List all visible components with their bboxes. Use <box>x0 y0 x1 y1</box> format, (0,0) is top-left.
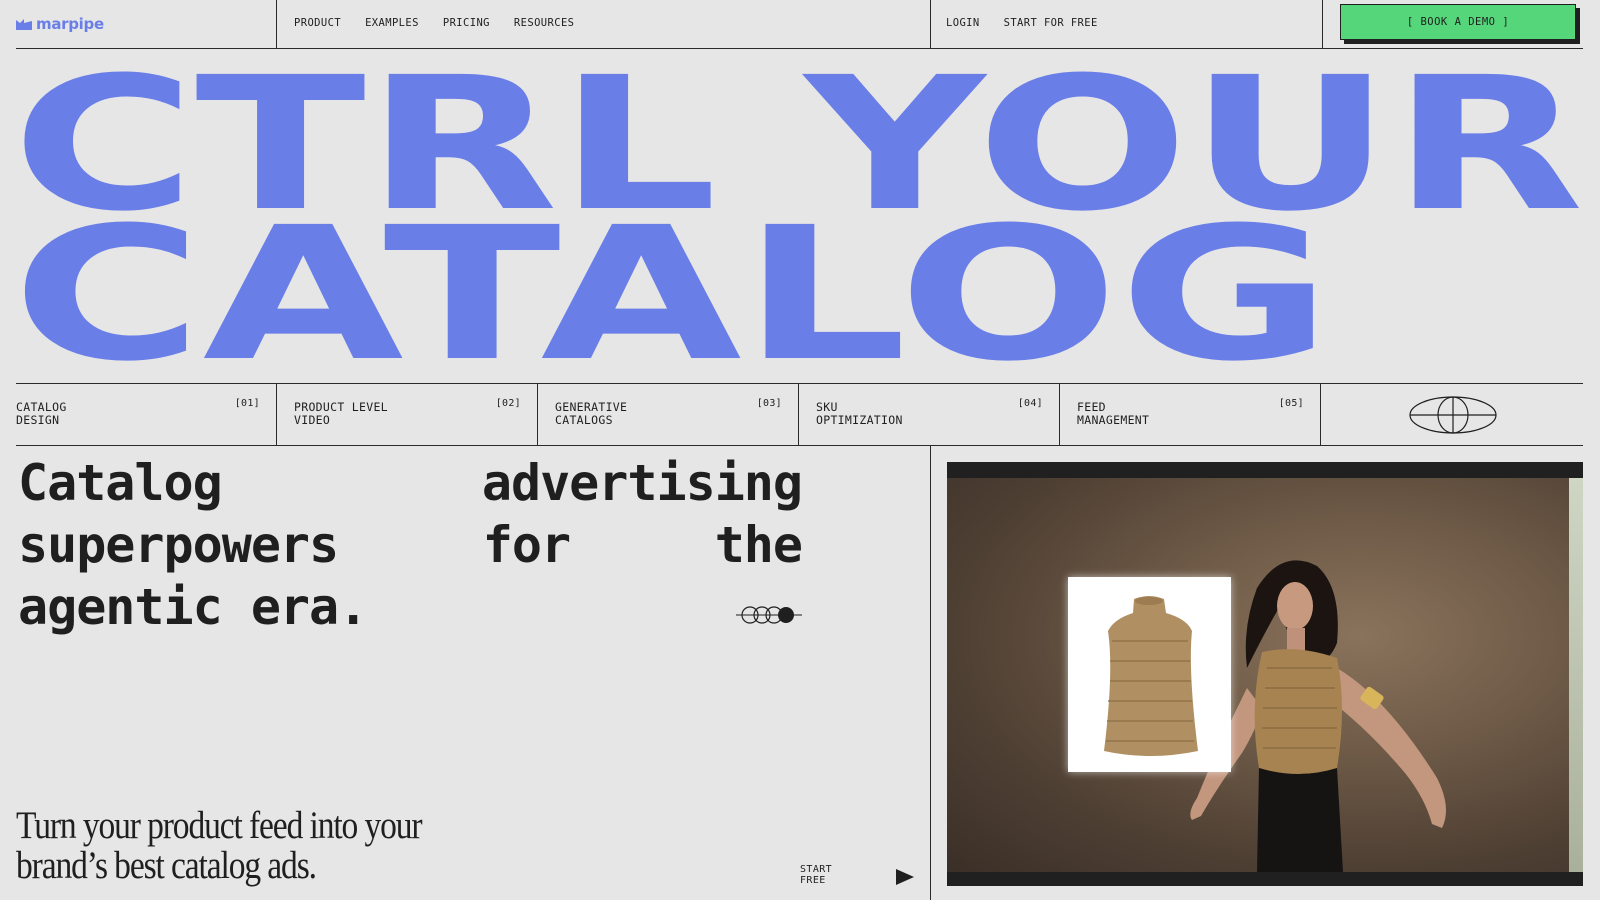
start-free-line: FREE <box>800 875 826 886</box>
feature-tab-generative-catalogs[interactable]: GENERATIVE CATALOGS [03] <box>538 384 799 445</box>
feature-label: FEED MANAGEMENT <box>1077 401 1277 427</box>
feature-label-line: MANAGEMENT <box>1077 413 1150 427</box>
logo-text: marpipe <box>36 15 104 33</box>
feature-number: [05] <box>1278 398 1304 409</box>
nav-link-product[interactable]: PRODUCT <box>294 17 341 29</box>
video-frame <box>947 478 1583 872</box>
nav-divider <box>930 0 931 48</box>
play-icon[interactable] <box>896 869 914 885</box>
nav-divider <box>276 0 277 48</box>
model-image <box>1190 560 1446 872</box>
feature-label: SKU OPTIMIZATION <box>816 401 1016 427</box>
feature-strip: CATALOG DESIGN [01] PRODUCT LEVEL VIDEO … <box>16 383 1583 446</box>
hero-wordmark: CTRL YOUR CATALOG <box>12 62 1584 368</box>
feature-tab-catalog-design[interactable]: CATALOG DESIGN [01] <box>16 384 277 445</box>
nav-link-resources[interactable]: RESOURCES <box>514 17 575 29</box>
feature-label: CATALOG DESIGN <box>16 401 216 427</box>
start-free-line: START <box>800 864 833 875</box>
book-demo-button[interactable]: [ BOOK A DEMO ] <box>1340 4 1576 40</box>
feature-number: [01] <box>234 398 260 409</box>
feature-number: [03] <box>756 398 782 409</box>
hero-heading: CTRL YOUR CATALOG <box>0 62 1600 368</box>
headline: Catalog advertising superpowers for the … <box>18 454 803 636</box>
hero-line-2: CATALOG <box>12 188 1332 368</box>
top-nav: marpipe PRODUCT EXAMPLES PRICING RESOURC… <box>16 0 1583 49</box>
primary-nav: PRODUCT EXAMPLES PRICING RESOURCES <box>294 17 574 29</box>
feature-label: GENERATIVE CATALOGS <box>555 401 755 427</box>
feature-label-line: OPTIMIZATION <box>816 413 903 427</box>
start-free-link[interactable]: START FREE <box>800 864 850 886</box>
sleeveless-top-image <box>1104 596 1198 756</box>
marpipe-logo-icon <box>16 19 32 30</box>
feature-number: [02] <box>495 398 521 409</box>
nav-link-examples[interactable]: EXAMPLES <box>365 17 419 29</box>
feature-label: PRODUCT LEVEL VIDEO <box>294 401 494 427</box>
hero-video[interactable] <box>947 462 1583 886</box>
product-thumbnail <box>1068 577 1231 772</box>
feature-label-line: VIDEO <box>294 413 331 427</box>
brand-logo[interactable]: marpipe <box>16 14 104 34</box>
globe-icon <box>1409 396 1497 434</box>
login-link[interactable]: LOGIN <box>946 17 980 29</box>
feature-number: [04] <box>1017 398 1043 409</box>
feature-tab-feed-management[interactable]: FEED MANAGEMENT [05] <box>1060 384 1321 445</box>
feature-label-line: DESIGN <box>16 413 60 427</box>
account-nav: LOGIN START FOR FREE <box>946 17 1098 29</box>
feature-tab-product-level-video[interactable]: PRODUCT LEVEL VIDEO [02] <box>277 384 538 445</box>
feature-label-line: CATALOGS <box>555 413 613 427</box>
feature-tab-sku-optimization[interactable]: SKU OPTIMIZATION [04] <box>799 384 1060 445</box>
nav-link-pricing[interactable]: PRICING <box>443 17 490 29</box>
content-divider <box>930 446 931 900</box>
start-for-free-link[interactable]: START FOR FREE <box>1004 17 1098 29</box>
video-background-edge <box>1569 478 1583 872</box>
carousel-dots-icon[interactable] <box>736 605 802 625</box>
nav-divider <box>1322 0 1323 48</box>
tagline: Turn your product feed into your brand’s… <box>16 804 423 887</box>
